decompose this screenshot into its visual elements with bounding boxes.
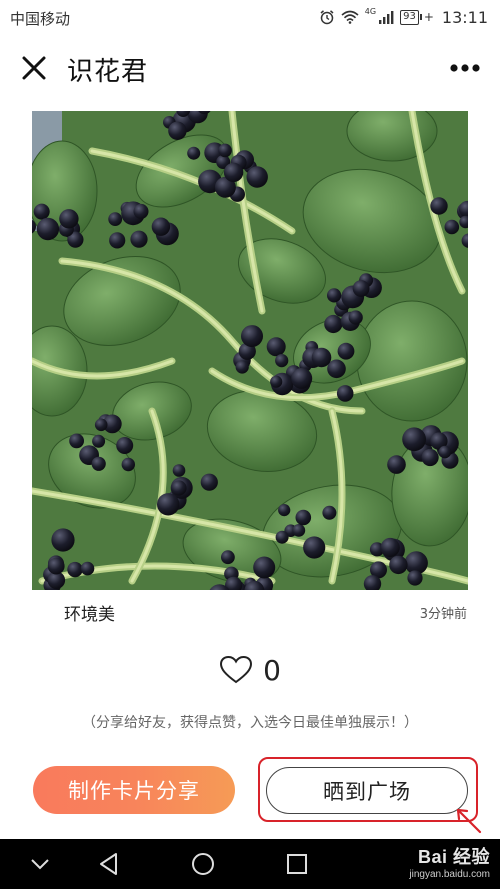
more-options-button[interactable] [448,54,482,82]
watermark-logo: Bai 经验 [417,847,490,867]
home-icon[interactable] [190,851,216,877]
share-hint-text: （分享给好友，获得点赞，入选今日最佳单独展示！） [82,715,418,731]
more-dots-icon [450,64,480,72]
close-icon [22,56,46,80]
recent-apps-icon[interactable] [284,851,310,877]
back-icon[interactable] [96,851,122,877]
battery-cap [419,14,422,20]
baidu-jingyan-watermark: Bai 经验 jingyan.baidu.com [409,843,490,880]
alarm-icon [320,10,334,25]
status-time: 13:11 [441,7,488,27]
make-card-share-button[interactable]: 制作卡片分享 [33,766,235,814]
berry-plant-image [32,111,468,590]
system-navigation-bar: Bai 经验 jingyan.baidu.com [0,839,500,889]
carrier-label: 中国移动 [10,10,71,28]
watermark-url: jingyan.baidu.com [409,869,490,880]
like-count: 0 [263,653,281,687]
like-button[interactable] [219,655,253,685]
status-icons: 4G 93 + 13:11 [319,7,488,27]
chevron-down-icon[interactable] [27,851,53,877]
network-type-label: 4G [364,6,377,16]
like-row: 0 [0,648,500,692]
page-title: 识花君 [67,57,149,87]
heart-outline-icon [220,655,253,684]
wifi-icon [341,10,359,24]
post-time: 3分钟前 [419,607,467,622]
close-button[interactable] [18,52,50,84]
battery-indicator: 93 + [400,9,434,25]
status-bar: 中国移动 4G 93 + 13:11 [0,0,500,34]
battery-level: 93 [400,9,419,25]
app-header: 识花君 [0,40,500,96]
post-photo [32,111,468,590]
post-caption: 环境美 [64,605,115,625]
post-to-plaza-button[interactable]: 晒到广场 [266,767,468,814]
pointer-arrow-icon [456,808,482,834]
charging-icon: + [423,10,434,24]
signal-icon [379,11,394,24]
